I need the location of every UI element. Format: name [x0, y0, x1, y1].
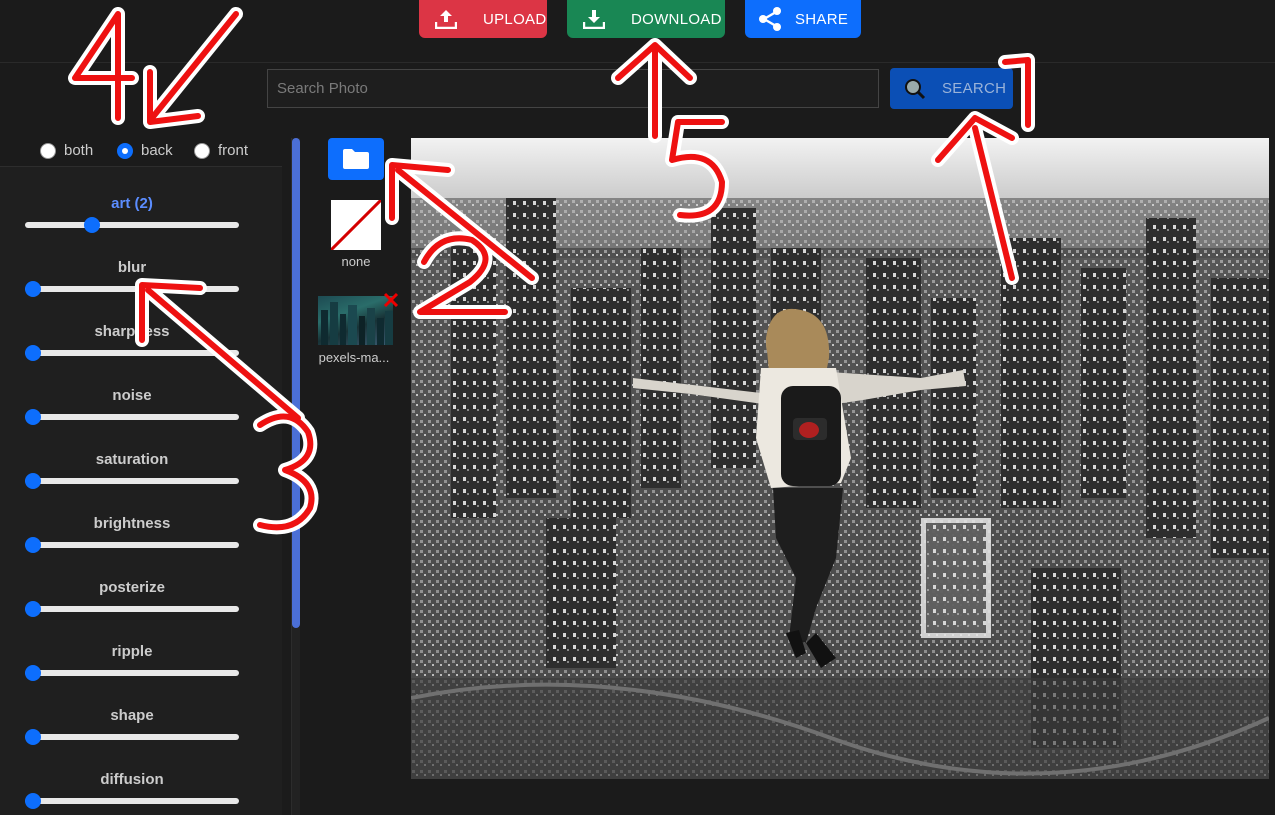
- slider-track[interactable]: [25, 478, 239, 484]
- share-icon: [757, 7, 783, 31]
- slider-sharpness[interactable]: sharpness: [25, 323, 239, 363]
- background-image-label: pexels-ma...: [318, 350, 390, 365]
- slider-ripple[interactable]: ripple: [25, 643, 239, 683]
- slider-thumb[interactable]: [25, 473, 41, 489]
- photo-editor-app: UPLOAD DOWNLOAD SHARE SEARCH both back f…: [0, 0, 1275, 815]
- slider-label: saturation: [95, 451, 169, 468]
- slider-label: diffusion: [100, 771, 164, 788]
- slider-label: noise: [112, 387, 152, 404]
- slider-diffusion[interactable]: diffusion: [25, 771, 239, 811]
- open-folder-button[interactable]: [328, 138, 384, 180]
- search-button[interactable]: SEARCH: [890, 68, 1013, 109]
- slider-thumb[interactable]: [25, 601, 41, 617]
- slider-track[interactable]: [25, 798, 239, 804]
- remove-background-icon[interactable]: [382, 291, 400, 309]
- slider-track[interactable]: [25, 286, 239, 292]
- search-input[interactable]: [267, 69, 879, 108]
- slider-thumb[interactable]: [25, 793, 41, 809]
- slider-thumb[interactable]: [25, 537, 41, 553]
- photo-canvas[interactable]: [411, 138, 1269, 779]
- header-divider: [0, 62, 1275, 63]
- upload-label: UPLOAD: [483, 10, 547, 28]
- slider-thumb[interactable]: [25, 665, 41, 681]
- slider-blur[interactable]: blur: [25, 259, 239, 299]
- slider-track[interactable]: [25, 222, 239, 228]
- slider-thumb[interactable]: [25, 281, 41, 297]
- share-button[interactable]: SHARE: [745, 0, 861, 38]
- slider-art[interactable]: art (2): [25, 195, 239, 235]
- slider-thumb[interactable]: [25, 729, 41, 745]
- slider-track[interactable]: [25, 414, 239, 420]
- slider-track[interactable]: [25, 350, 239, 356]
- slider-thumb[interactable]: [84, 217, 101, 233]
- download-label: DOWNLOAD: [631, 10, 722, 28]
- slider-track[interactable]: [25, 542, 239, 548]
- folder-icon: [343, 149, 369, 169]
- radio-circle-checked[interactable]: [117, 142, 133, 159]
- slider-noise[interactable]: noise: [25, 387, 239, 427]
- slider-brightness[interactable]: brightness: [25, 515, 239, 555]
- slider-track[interactable]: [25, 734, 239, 740]
- slider-track[interactable]: [25, 670, 239, 676]
- no-background-icon: [331, 200, 381, 250]
- download-button[interactable]: DOWNLOAD: [567, 0, 725, 38]
- slider-label: sharpness: [94, 323, 170, 340]
- slider-label: posterize: [99, 579, 165, 596]
- radio-label-front: front: [218, 142, 249, 159]
- radio-label-back: back: [141, 142, 173, 159]
- edited-photo: [411, 138, 1269, 779]
- effects-panel: art (2) blur sharpness noise saturation …: [0, 166, 282, 815]
- radio-circle[interactable]: [40, 142, 56, 159]
- slider-posterize[interactable]: posterize: [25, 579, 239, 619]
- radio-label-both: both: [64, 142, 94, 159]
- slider-shape[interactable]: shape: [25, 707, 239, 747]
- slider-saturation[interactable]: saturation: [25, 451, 239, 491]
- background-none-thumb[interactable]: [331, 200, 381, 250]
- slider-label: blur: [117, 259, 147, 276]
- slider-track[interactable]: [25, 606, 239, 612]
- search-icon: [904, 78, 926, 100]
- radio-circle[interactable]: [194, 142, 210, 159]
- slider-label: ripple: [111, 643, 153, 660]
- layer-radio-front[interactable]: front: [194, 142, 248, 159]
- search-button-label: SEARCH: [942, 80, 1007, 97]
- slider-label: brightness: [93, 515, 171, 532]
- download-icon: [581, 7, 607, 31]
- slider-thumb[interactable]: [25, 345, 41, 361]
- layer-radio-both[interactable]: both: [40, 142, 93, 159]
- slider-thumb[interactable]: [25, 409, 41, 425]
- upload-icon: [433, 7, 459, 31]
- layer-radio-back[interactable]: back: [117, 142, 173, 159]
- upload-button[interactable]: UPLOAD: [419, 0, 547, 38]
- share-label: SHARE: [795, 10, 849, 28]
- background-none-label: none: [341, 254, 371, 269]
- slider-label: art (2): [111, 195, 153, 212]
- slider-label: shape: [110, 707, 154, 724]
- sidebar-scrollbar-thumb[interactable]: [292, 138, 300, 628]
